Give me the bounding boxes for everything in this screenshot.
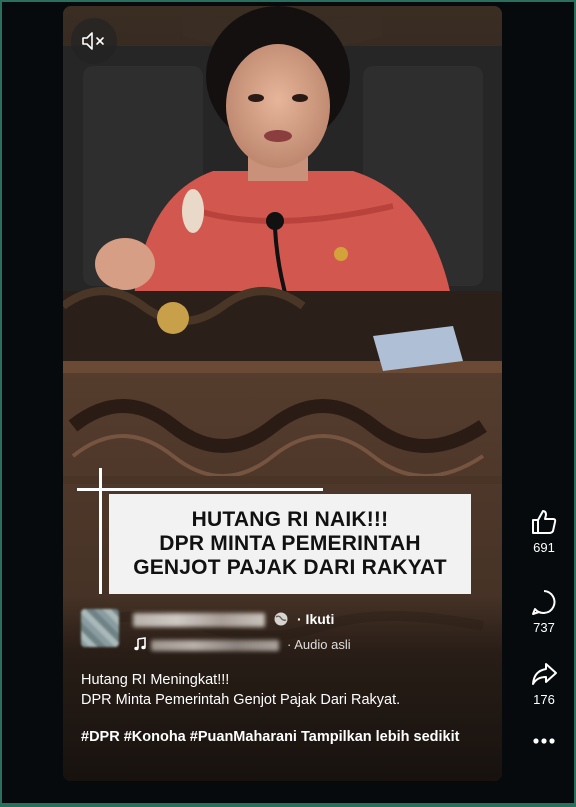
headline-line-3: GENJOT PAJAK DARI RAKYAT <box>133 556 447 579</box>
hashtag-row: #DPR #Konoha #PuanMaharani Tampilkan leb… <box>81 726 481 748</box>
comment-button[interactable]: 737 <box>516 588 572 635</box>
frame-marker-vertical <box>99 468 102 594</box>
frame-marker-horizontal <box>77 488 323 491</box>
headline-banner: HUTANG RI NAIK!!! DPR MINTA PEMERINTAH G… <box>109 494 471 594</box>
reel-video[interactable]: HUTANG RI NAIK!!! DPR MINTA PEMERINTAH G… <box>63 6 502 781</box>
comment-count: 737 <box>533 620 555 635</box>
song-name-redacted[interactable] <box>151 640 279 651</box>
hashtag-dpr[interactable]: #DPR <box>81 729 120 745</box>
audio-source-label[interactable]: · Audio asli <box>287 637 351 652</box>
thumbs-up-icon <box>532 510 557 534</box>
speaker-muted-icon <box>82 32 104 50</box>
share-button[interactable]: 176 <box>516 660 572 707</box>
headline-line-1: HUTANG RI NAIK!!! <box>191 508 389 531</box>
more-options-button[interactable] <box>516 736 572 746</box>
hashtag-puanmaharani[interactable]: #PuanMaharani <box>190 729 297 745</box>
more-dots-icon <box>533 738 555 744</box>
caption-line-1: Hutang RI Meningkat!!! <box>81 672 230 688</box>
comment-icon <box>532 590 556 615</box>
headline-line-2: DPR MINTA PEMERINTAH <box>159 532 421 555</box>
author-name-redacted[interactable] <box>133 613 265 627</box>
avatar[interactable] <box>81 609 119 647</box>
music-note-icon <box>134 637 146 651</box>
mute-button[interactable] <box>71 18 117 64</box>
hashtag-konoha[interactable]: #Konoha <box>124 729 186 745</box>
like-count: 691 <box>533 540 555 555</box>
author-row: · Ikuti · Audio asli <box>81 609 491 659</box>
share-icon <box>532 663 557 685</box>
post-caption: Hutang RI Meningkat!!! DPR Minta Pemerin… <box>81 670 481 710</box>
like-button[interactable]: 691 <box>516 508 572 555</box>
share-count: 176 <box>533 692 555 707</box>
show-less-link[interactable]: Tampilkan lebih sedikit <box>301 729 459 745</box>
follow-button[interactable]: · Ikuti <box>297 611 334 627</box>
globe-icon <box>274 612 288 626</box>
caption-line-2: DPR Minta Pemerintah Genjot Pajak Dari R… <box>81 692 401 708</box>
